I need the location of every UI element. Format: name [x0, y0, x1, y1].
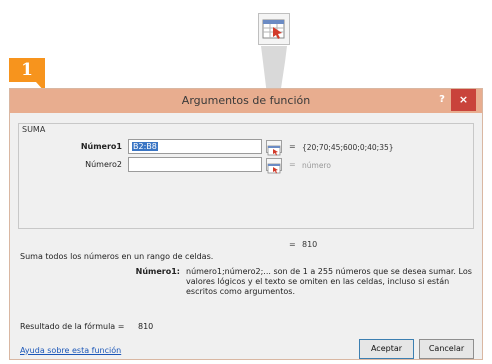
range-selector-zoom-icon: [258, 13, 290, 45]
function-result-equals: =: [289, 240, 296, 249]
arg2-range-selector-button[interactable]: [266, 158, 282, 174]
arg1-equals: =: [289, 142, 296, 151]
function-help-link[interactable]: Ayuda sobre esta función: [20, 346, 121, 355]
range-selector-icon: [267, 145, 281, 156]
title-bar[interactable]: Argumentos de función ? ×: [10, 89, 482, 113]
arg2-label: Número2: [85, 160, 122, 169]
cancel-button[interactable]: Cancelar: [419, 339, 474, 359]
help-button[interactable]: ?: [433, 91, 451, 109]
function-arguments-dialog: Argumentos de función ? × SUMA Número1 B…: [9, 88, 483, 360]
formula-result-value: 810: [138, 322, 154, 331]
formula-result-label: Resultado de la fórmula =: [20, 322, 125, 331]
arg1-range-selector-button[interactable]: [266, 140, 282, 156]
arg1-input[interactable]: B2:B8: [128, 139, 262, 154]
arg1-result: {20;70;45;600;0;40;35}: [302, 143, 394, 152]
function-description: Suma todos los números en un rango de ce…: [20, 252, 214, 261]
arg1-selected-text: B2:B8: [132, 142, 158, 151]
close-button[interactable]: ×: [451, 89, 476, 111]
dialog-title: Argumentos de función: [181, 94, 311, 107]
step-badge: 1: [9, 58, 45, 82]
argument-help-text: número1;número2;... son de 1 a 255 númer…: [186, 267, 472, 296]
function-result-value: 810: [302, 240, 318, 249]
argument-help-label: Número1:: [135, 267, 180, 276]
arg2-equals: =: [289, 160, 296, 169]
range-selector-icon: [267, 163, 281, 174]
arg2-result: número: [302, 161, 331, 170]
arg2-input[interactable]: [128, 157, 262, 172]
arg1-label: Número1: [80, 142, 122, 151]
ok-button[interactable]: Aceptar: [359, 339, 414, 359]
function-name: SUMA: [22, 125, 46, 134]
